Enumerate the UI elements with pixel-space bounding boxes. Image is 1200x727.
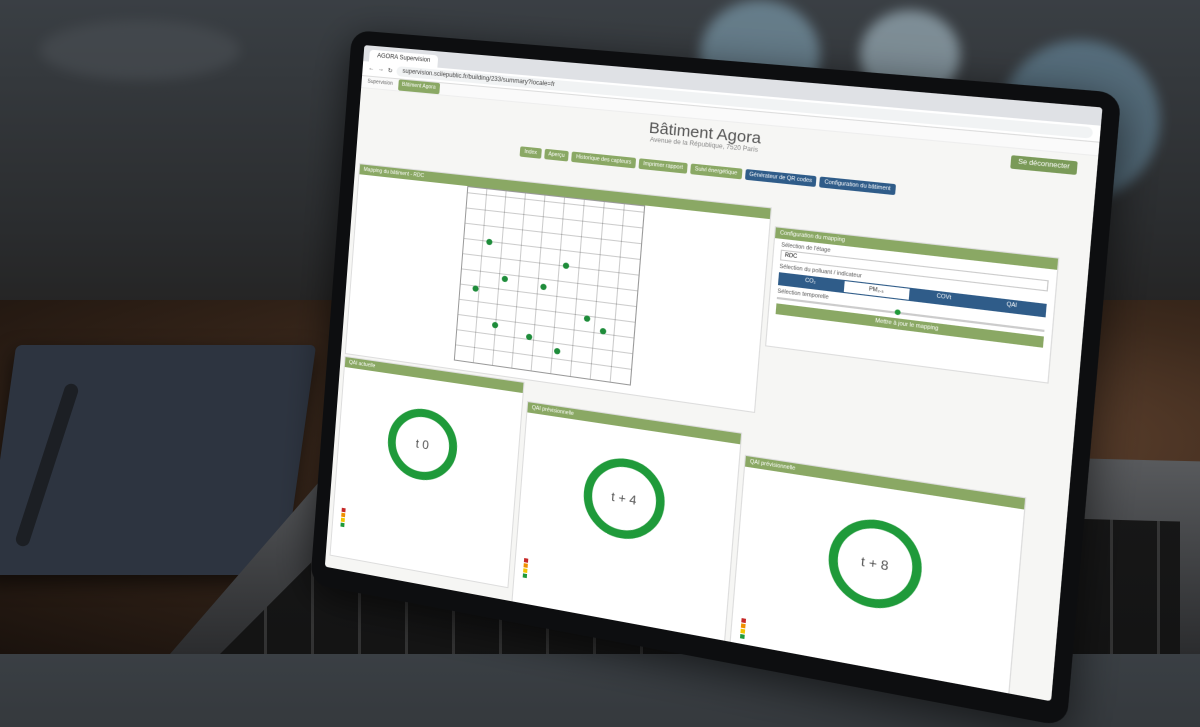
sensor-dot[interactable] xyxy=(583,315,591,323)
sensor-dot[interactable] xyxy=(562,262,570,270)
sensor-dot[interactable] xyxy=(501,275,509,283)
gauge-header: QAI prévisionnelle xyxy=(745,455,1026,510)
sensor-dot[interactable] xyxy=(599,327,607,335)
nav-energy-button[interactable]: Suivi énergétique xyxy=(690,163,743,180)
sensor-dot[interactable] xyxy=(525,333,533,341)
gauge-ring: t + 8 xyxy=(825,512,926,616)
gauge-legend xyxy=(340,507,347,528)
laptop-screen: AGORA Supervision ← → ↻ supervision.scil… xyxy=(324,45,1103,702)
gauge-panel-t8: QAI prévisionnelle t + 8 xyxy=(727,454,1027,702)
gauge-label: t 0 xyxy=(415,436,430,453)
nav-index-button[interactable]: Index xyxy=(519,146,542,159)
sensor-dot[interactable] xyxy=(486,238,493,246)
gauge-ring: t + 4 xyxy=(580,452,668,546)
back-icon[interactable]: ← xyxy=(368,66,374,73)
gauge-panel-t4: QAI prévisionnelle t + 4 xyxy=(511,400,743,648)
reload-icon[interactable]: ↻ xyxy=(388,67,393,74)
gauge-legend xyxy=(739,617,748,639)
sensor-dot[interactable] xyxy=(553,347,561,355)
config-panel: Configuration du mapping Sélection de l'… xyxy=(765,226,1060,384)
floor-plan[interactable] xyxy=(453,186,646,386)
sensor-dot[interactable] xyxy=(472,285,479,293)
sensor-dot[interactable] xyxy=(540,283,547,291)
background-light xyxy=(40,20,240,80)
nav-overview-button[interactable]: Aperçu xyxy=(543,148,570,162)
gauge-label: t + 8 xyxy=(860,553,890,574)
nav-print-button[interactable]: Imprimer rapport xyxy=(638,158,688,174)
gauge-legend xyxy=(522,557,531,579)
forward-icon[interactable]: → xyxy=(378,66,384,73)
gauge-header: QAI prévisionnelle xyxy=(527,402,742,445)
gauge-label: t + 4 xyxy=(610,489,638,508)
slider-handle[interactable] xyxy=(894,309,901,316)
sensor-dot[interactable] xyxy=(491,321,499,329)
gauge-panel-t0: QAI actuelle t 0 xyxy=(329,355,525,589)
breadcrumb-root[interactable]: Supervision xyxy=(367,79,393,87)
gauge-ring: t 0 xyxy=(385,404,460,486)
